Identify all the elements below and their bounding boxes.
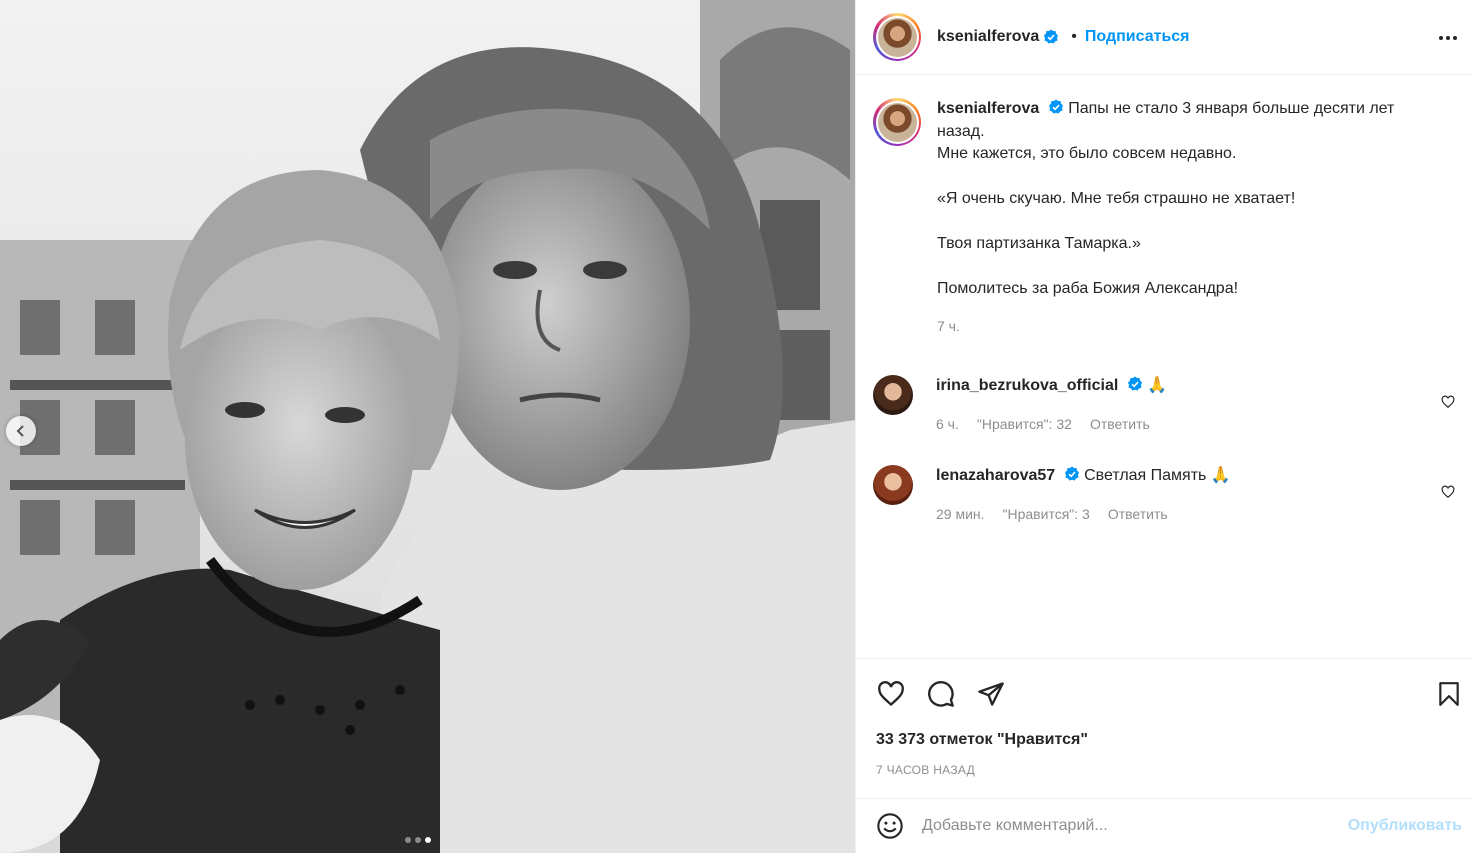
heart-icon bbox=[878, 681, 904, 707]
comment-item: irina_bezrukova_official 🙏 6 ч. "Нравитс… bbox=[873, 375, 1463, 435]
verified-badge-icon bbox=[1048, 99, 1063, 114]
more-options-button[interactable] bbox=[1436, 26, 1460, 50]
comment-timestamp[interactable]: 29 мин. bbox=[936, 503, 985, 525]
post-actions: 33 373 отметок "Нравится" 7 ЧАСОВ НАЗАД bbox=[856, 658, 1473, 798]
carousel-dot bbox=[415, 837, 421, 843]
comment-text: 🙏 bbox=[1147, 377, 1168, 394]
comment-item: lenazaharova57 Светлая Память 🙏 29 мин. … bbox=[873, 465, 1463, 525]
reply-button[interactable]: Ответить bbox=[1090, 413, 1150, 435]
heart-icon[interactable] bbox=[1441, 395, 1455, 409]
like-button[interactable] bbox=[876, 679, 906, 709]
caption-author-avatar[interactable] bbox=[873, 98, 921, 146]
follow-button[interactable]: Подписаться bbox=[1085, 28, 1190, 46]
caption-text: Папы не стало 3 января больше десяти лет bbox=[1068, 100, 1395, 117]
post-header: ksenialferova • Подписаться bbox=[856, 0, 1473, 75]
likes-count[interactable]: 33 373 отметок "Нравится" bbox=[876, 731, 1088, 749]
commenter-username[interactable]: irina_bezrukova_official bbox=[936, 377, 1118, 394]
publish-button[interactable]: Опубликовать bbox=[1348, 817, 1462, 835]
share-button[interactable] bbox=[976, 679, 1006, 709]
save-button[interactable] bbox=[1434, 679, 1464, 709]
verified-badge-icon bbox=[1044, 29, 1059, 44]
comment-likes[interactable]: "Нравится": 32 bbox=[977, 413, 1072, 435]
comment-likes[interactable]: "Нравится": 3 bbox=[1003, 503, 1090, 525]
add-comment-bar: Опубликовать bbox=[856, 798, 1473, 853]
chevron-left-icon bbox=[16, 425, 24, 437]
caption-text: Твоя партизанка Тамарка.» bbox=[937, 235, 1141, 252]
more-options-icon bbox=[1439, 36, 1457, 40]
black-and-white-photo bbox=[0, 0, 855, 853]
commenter-username[interactable]: lenazaharova57 bbox=[936, 467, 1055, 484]
post-details-panel: ksenialferova • Подписаться ksenialferov… bbox=[855, 0, 1473, 853]
share-icon bbox=[978, 682, 1004, 706]
comment-icon bbox=[928, 681, 954, 707]
reply-button[interactable]: Ответить bbox=[1108, 503, 1168, 525]
caption-author-username[interactable]: ksenialferova bbox=[937, 100, 1039, 117]
caption-timestamp[interactable]: 7 ч. bbox=[937, 315, 1437, 338]
commenter-avatar[interactable] bbox=[873, 465, 913, 505]
emoji-icon[interactable] bbox=[876, 812, 904, 840]
verified-badge-icon bbox=[1127, 376, 1142, 391]
bookmark-icon bbox=[1439, 682, 1459, 706]
verified-badge-icon bbox=[1064, 466, 1079, 481]
caption-text: назад. bbox=[937, 122, 985, 140]
comment-button[interactable] bbox=[926, 679, 956, 709]
comment-text: Светлая Память 🙏 bbox=[1084, 467, 1231, 484]
author-avatar[interactable] bbox=[873, 13, 921, 61]
carousel-dot-active bbox=[425, 837, 431, 843]
caption-text: «Я очень скучаю. Мне тебя страшно не хва… bbox=[937, 190, 1296, 207]
post-caption: ksenialferova Папы не стало 3 января бол… bbox=[873, 98, 1463, 337]
previous-photo-button[interactable] bbox=[6, 416, 36, 446]
caption-text: Мне кажется, это было совсем недавно. bbox=[937, 145, 1237, 162]
author-username[interactable]: ksenialferova bbox=[937, 28, 1039, 46]
comment-timestamp[interactable]: 6 ч. bbox=[936, 413, 959, 435]
carousel-indicator bbox=[405, 837, 431, 843]
caption-text: Помолитесь за раба Божия Александра! bbox=[937, 280, 1239, 297]
separator-bullet: • bbox=[1071, 28, 1077, 45]
post-photo[interactable] bbox=[0, 0, 855, 853]
carousel-dot bbox=[405, 837, 411, 843]
post-timestamp[interactable]: 7 ЧАСОВ НАЗАД bbox=[876, 763, 975, 777]
heart-icon[interactable] bbox=[1441, 485, 1455, 499]
commenter-avatar[interactable] bbox=[873, 375, 913, 415]
comment-input[interactable] bbox=[922, 817, 1322, 835]
